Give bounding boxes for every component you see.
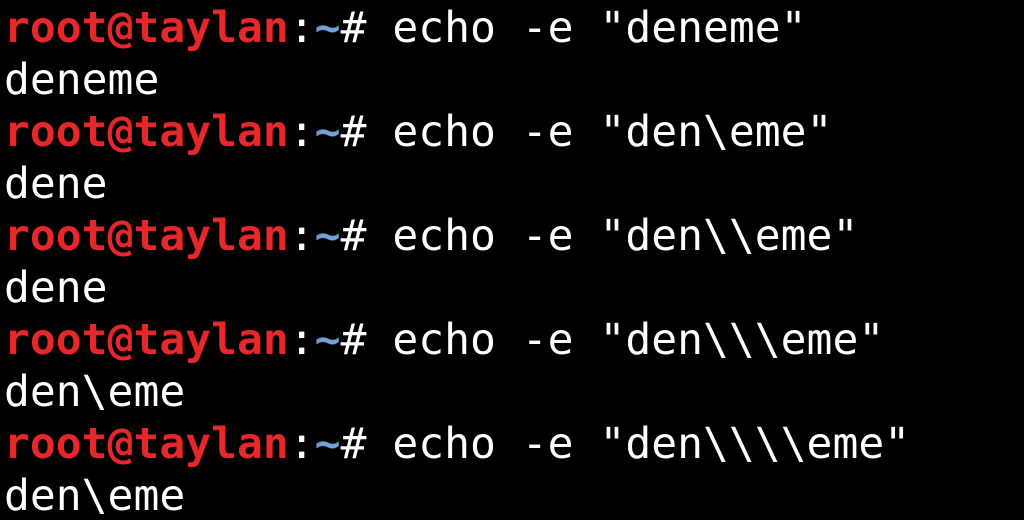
prompt-line: root@taylan:~# echo -e "den\\\\eme" <box>4 418 1024 470</box>
prompt-symbol: # <box>340 419 393 469</box>
command-output: den\eme <box>4 367 186 417</box>
command-output: deneme <box>4 55 160 105</box>
prompt-separator: : <box>288 315 315 365</box>
prompt-user-host: root@taylan <box>4 3 289 53</box>
prompt-separator: : <box>288 211 315 261</box>
prompt-path: ~ <box>314 211 341 261</box>
command-output: den\eme <box>4 471 186 520</box>
prompt-line: root@taylan:~# echo -e "den\\\eme" <box>4 314 1024 366</box>
command-text: echo -e "den\\\eme" <box>392 315 885 365</box>
prompt-line: root@taylan:~# echo -e "deneme" <box>4 2 1024 54</box>
prompt-path: ~ <box>314 107 341 157</box>
command-output: dene <box>4 159 108 209</box>
prompt-user-host: root@taylan <box>4 211 289 261</box>
prompt-line: root@taylan:~# echo -e "den\\eme" <box>4 210 1024 262</box>
command-text: echo -e "den\\\\eme" <box>392 419 911 469</box>
prompt-user-host: root@taylan <box>4 419 289 469</box>
prompt-separator: : <box>288 419 315 469</box>
command-text: echo -e "den\eme" <box>392 107 833 157</box>
terminal-window[interactable]: root@taylan:~# echo -e "deneme" deneme r… <box>0 0 1024 520</box>
prompt-path: ~ <box>314 419 341 469</box>
prompt-line: root@taylan:~# echo -e "den\eme" <box>4 106 1024 158</box>
prompt-path: ~ <box>314 315 341 365</box>
prompt-user-host: root@taylan <box>4 315 289 365</box>
prompt-separator: : <box>288 107 315 157</box>
prompt-separator: : <box>288 3 315 53</box>
command-text: echo -e "deneme" <box>392 3 807 53</box>
prompt-symbol: # <box>340 315 393 365</box>
prompt-path: ~ <box>314 3 341 53</box>
prompt-user-host: root@taylan <box>4 107 289 157</box>
command-output: dene <box>4 263 108 313</box>
prompt-symbol: # <box>340 107 393 157</box>
prompt-symbol: # <box>340 211 393 261</box>
prompt-symbol: # <box>340 3 393 53</box>
command-text: echo -e "den\\eme" <box>392 211 859 261</box>
